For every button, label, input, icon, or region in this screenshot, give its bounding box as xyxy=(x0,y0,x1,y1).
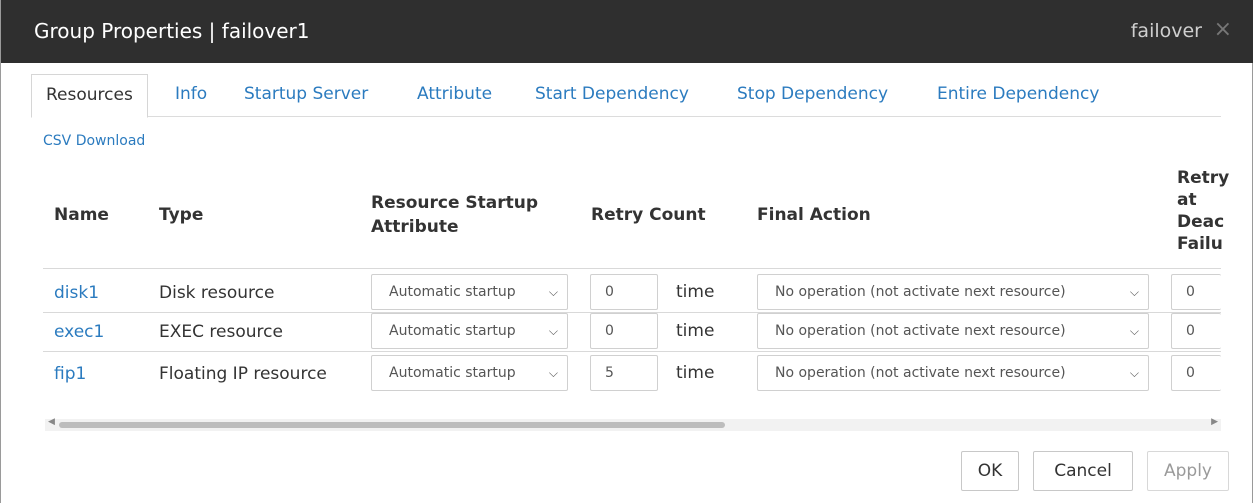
ok-button[interactable]: OK xyxy=(961,451,1019,491)
startup-attribute-select[interactable]: Automatic startup ⌵ xyxy=(371,355,568,391)
header-retry-deact-line3: Deac xyxy=(1177,212,1225,232)
header-divider xyxy=(43,268,1221,269)
row-type: Floating IP resource xyxy=(159,364,327,384)
chevron-down-icon: ⌵ xyxy=(1129,324,1139,338)
header-startup-attribute-line2: Attribute xyxy=(371,217,459,237)
final-action-select[interactable]: No operation (not activate next resource… xyxy=(757,274,1149,310)
apply-button[interactable]: Apply xyxy=(1147,451,1229,491)
retry-unit: time xyxy=(676,282,715,302)
chevron-down-icon: ⌵ xyxy=(548,324,558,338)
final-action-value: No operation (not activate next resource… xyxy=(775,365,1066,381)
chevron-down-icon: ⌵ xyxy=(1129,366,1139,380)
row-name-link[interactable]: disk1 xyxy=(54,283,99,303)
header-name: Name xyxy=(54,205,109,225)
dialog-subtitle: failover xyxy=(1130,20,1202,42)
row-name-link[interactable]: exec1 xyxy=(54,322,104,342)
retry-count-input[interactable]: 0 xyxy=(590,274,658,310)
tab-bar: Resources Info Startup Server Attribute … xyxy=(31,74,1221,118)
startup-attribute-value: Automatic startup xyxy=(389,284,516,300)
dialog-title: Group Properties | failover1 xyxy=(34,19,310,43)
close-icon[interactable]: × xyxy=(1214,17,1232,42)
cancel-button[interactable]: Cancel xyxy=(1033,451,1133,491)
final-action-value: No operation (not activate next resource… xyxy=(775,284,1066,300)
chevron-down-icon: ⌵ xyxy=(548,366,558,380)
group-properties-dialog: Group Properties | failover1 failover × … xyxy=(0,0,1253,503)
retry-deact-input[interactable]: 0 xyxy=(1171,313,1221,349)
startup-attribute-value: Automatic startup xyxy=(389,365,516,381)
row-name-link[interactable]: fip1 xyxy=(54,364,86,384)
final-action-select[interactable]: No operation (not activate next resource… xyxy=(757,313,1149,349)
row-divider xyxy=(43,351,1221,352)
retry-unit: time xyxy=(676,363,715,383)
title-bar: Group Properties | failover1 failover × xyxy=(1,0,1253,63)
tab-entire-dependency[interactable]: Entire Dependency xyxy=(937,74,1099,115)
chevron-down-icon: ⌵ xyxy=(548,285,558,299)
retry-count-input[interactable]: 0 xyxy=(590,313,658,349)
tab-resources[interactable]: Resources xyxy=(31,74,148,118)
header-retry-deact-line4: Failu xyxy=(1177,234,1223,254)
row-type: EXEC resource xyxy=(159,322,283,342)
tab-attribute[interactable]: Attribute xyxy=(417,74,492,115)
tab-startup-server[interactable]: Startup Server xyxy=(244,74,368,115)
retry-deact-input[interactable]: 0 xyxy=(1171,355,1221,391)
startup-attribute-select[interactable]: Automatic startup ⌵ xyxy=(371,274,568,310)
header-final-action: Final Action xyxy=(757,205,871,225)
row-type: Disk resource xyxy=(159,283,275,303)
header-retry-count: Retry Count xyxy=(591,205,706,225)
tab-info[interactable]: Info xyxy=(175,74,207,115)
header-startup-attribute-line1: Resource Startup xyxy=(371,193,539,213)
header-type: Type xyxy=(159,205,204,225)
final-action-value: No operation (not activate next resource… xyxy=(775,323,1066,339)
tab-stop-dependency[interactable]: Stop Dependency xyxy=(737,74,888,115)
tab-start-dependency[interactable]: Start Dependency xyxy=(535,74,689,115)
chevron-down-icon: ⌵ xyxy=(1129,285,1139,299)
scroll-left-arrow-icon[interactable]: ◀ xyxy=(48,417,55,427)
csv-download-link[interactable]: CSV Download xyxy=(43,133,145,149)
startup-attribute-value: Automatic startup xyxy=(389,323,516,339)
startup-attribute-select[interactable]: Automatic startup ⌵ xyxy=(371,313,568,349)
header-retry-deact-line1: Retry xyxy=(1177,168,1230,188)
retry-count-input[interactable]: 5 xyxy=(590,355,658,391)
retry-deact-input[interactable]: 0 xyxy=(1171,274,1221,310)
scroll-right-arrow-icon[interactable]: ▶ xyxy=(1211,417,1218,427)
horizontal-scrollbar[interactable]: ◀ ▶ xyxy=(45,417,1221,431)
retry-unit: time xyxy=(676,321,715,341)
final-action-select[interactable]: No operation (not activate next resource… xyxy=(757,355,1149,391)
scrollbar-thumb[interactable] xyxy=(59,422,725,428)
header-retry-deact-line2: at xyxy=(1177,190,1197,210)
